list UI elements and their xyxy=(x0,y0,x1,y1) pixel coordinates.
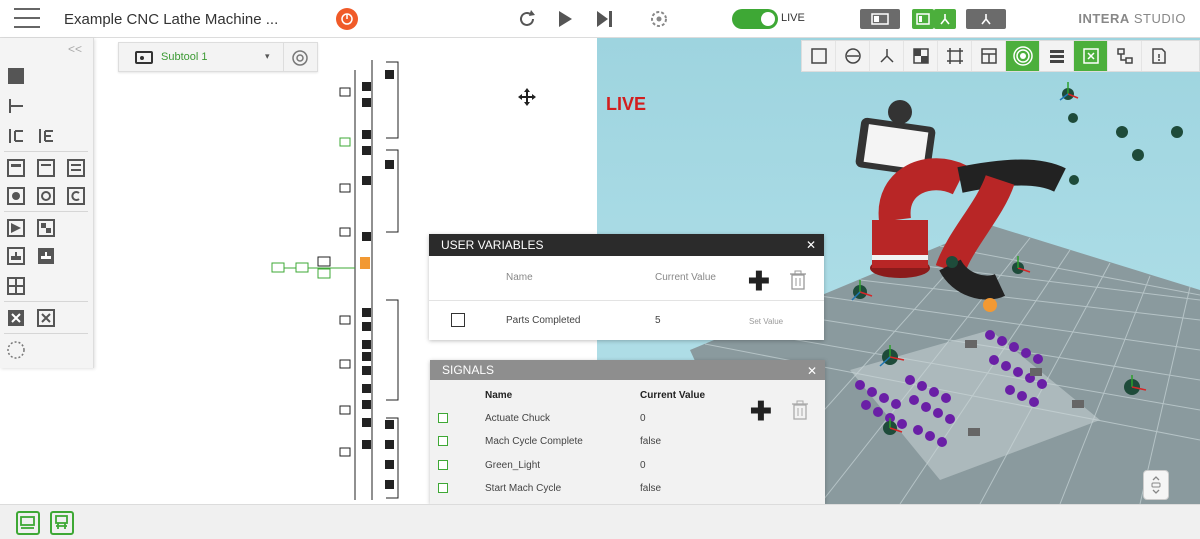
signals-title: SIGNALS xyxy=(442,363,495,377)
wait-node-icon[interactable] xyxy=(36,246,56,266)
collapse-toolbar-icon[interactable]: << xyxy=(68,42,82,56)
signal-node-icon[interactable] xyxy=(36,308,56,328)
brand-logo: INTERA STUDIO xyxy=(1078,11,1186,26)
variable-node-icon[interactable] xyxy=(6,308,26,328)
variable-checkbox[interactable] xyxy=(451,313,465,327)
pan-icon[interactable] xyxy=(836,41,870,71)
fit-frame-icon[interactable] xyxy=(938,41,972,71)
axes-icon[interactable] xyxy=(870,41,904,71)
move-node-icon[interactable] xyxy=(36,158,56,178)
list-node-icon[interactable] xyxy=(66,158,86,178)
info-icon[interactable] xyxy=(1142,41,1176,71)
step-forward-icon[interactable] xyxy=(592,6,618,32)
signal-name: Actuate Chuck xyxy=(485,413,551,424)
subtool-selector[interactable]: Subtool 1 ▾ xyxy=(118,42,318,72)
monitor-icon[interactable] xyxy=(16,511,40,535)
comment-node-icon[interactable] xyxy=(6,340,26,360)
brand-bold: INTERA xyxy=(1078,11,1130,26)
checker-node-icon[interactable] xyxy=(36,218,56,238)
signal-value: 0 xyxy=(640,413,646,424)
add-signal-button[interactable]: ✚ xyxy=(750,398,772,424)
left-toolbar: << xyxy=(0,38,94,368)
sequence-node-icon[interactable] xyxy=(6,126,26,146)
signal-name: Start Mach Cycle xyxy=(485,483,562,494)
variable-name: Parts Completed xyxy=(506,315,581,326)
branch-node-icon[interactable] xyxy=(6,96,26,116)
signal-checkbox[interactable] xyxy=(438,436,448,446)
signal-checkbox[interactable] xyxy=(438,413,448,423)
signals-header: SIGNALS ✕ xyxy=(430,360,825,380)
checker-view-icon[interactable] xyxy=(904,41,938,71)
app-title: Example CNC Lathe Machine ... xyxy=(64,11,279,28)
scroll-handle-icon[interactable] xyxy=(1143,470,1169,500)
set-value-button[interactable]: Set Value xyxy=(749,317,783,326)
hamburger-menu-icon[interactable] xyxy=(14,8,40,28)
restart-icon[interactable] xyxy=(514,6,540,32)
user-variables-title: USER VARIABLES xyxy=(441,238,544,252)
top-bar: Example CNC Lathe Machine ... LIVE INTER… xyxy=(0,0,1200,38)
view-editor-button[interactable] xyxy=(860,9,900,29)
signals-panel: SIGNALS ✕ Name Current Value ✚ Actuate C… xyxy=(430,360,825,504)
subtool-label: Subtool 1 xyxy=(161,51,208,63)
view-robot-button[interactable] xyxy=(966,9,1006,29)
live-toggle[interactable] xyxy=(732,9,778,29)
move-cursor-icon xyxy=(517,87,537,107)
move-to-node-icon[interactable] xyxy=(6,158,26,178)
live-indicator: LIVE xyxy=(606,94,647,114)
trash-icon[interactable] xyxy=(790,270,806,290)
variable-value: 5 xyxy=(655,315,661,326)
signal-checkbox[interactable] xyxy=(438,483,448,493)
view-split-button[interactable] xyxy=(912,9,934,29)
bottom-bar xyxy=(0,504,1200,539)
uv-col-name: Name xyxy=(506,272,533,283)
chevron-down-icon[interactable]: ▾ xyxy=(265,51,270,62)
dashboard-icon[interactable] xyxy=(50,511,74,535)
hierarchy-icon[interactable] xyxy=(1108,41,1142,71)
block-node-icon[interactable] xyxy=(6,66,26,86)
subtool-icon xyxy=(135,51,153,64)
parallel-node-icon[interactable] xyxy=(36,126,56,146)
live-toggle-label: LIVE xyxy=(781,12,805,24)
brand-light: STUDIO xyxy=(1133,11,1186,26)
signal-value: false xyxy=(640,436,662,447)
select-box-icon[interactable] xyxy=(802,41,836,71)
signal-value: false xyxy=(640,483,662,494)
set-node-icon[interactable] xyxy=(6,246,26,266)
broadcast-icon[interactable] xyxy=(1006,41,1040,71)
server-icon[interactable] xyxy=(1040,41,1074,71)
add-variable-button[interactable]: ✚ xyxy=(748,268,770,294)
contact-node-icon[interactable] xyxy=(66,186,86,206)
robot-settings-icon[interactable] xyxy=(646,6,672,32)
signals-col-current-value: Current Value xyxy=(640,390,706,401)
grid-node-icon[interactable] xyxy=(6,276,26,296)
signal-name: Mach Cycle Complete xyxy=(485,436,583,447)
vacuum-node-icon[interactable] xyxy=(36,186,56,206)
table-view-icon[interactable] xyxy=(972,41,1006,71)
view-split-robot-button[interactable] xyxy=(934,9,956,29)
signal-value: 0 xyxy=(640,460,646,471)
uv-col-current-value: Current Value xyxy=(655,272,716,283)
gripper-node-icon[interactable] xyxy=(6,186,26,206)
signals-col-name: Name xyxy=(485,390,513,401)
signal-checkbox[interactable] xyxy=(438,460,448,470)
viewport-toolbar xyxy=(801,40,1200,72)
user-variables-panel: USER VARIABLES ✕ Name Current Value ✚ Pa… xyxy=(429,234,824,340)
signal-name: Green_Light xyxy=(485,460,541,471)
variables-view-icon[interactable] xyxy=(1074,41,1108,71)
vision-node-icon[interactable] xyxy=(6,218,26,238)
play-icon[interactable] xyxy=(552,6,578,32)
trash-icon[interactable] xyxy=(792,400,808,420)
alert-icon[interactable] xyxy=(336,8,358,30)
user-variables-header: USER VARIABLES ✕ xyxy=(429,234,824,256)
subtool-settings-icon[interactable] xyxy=(291,49,309,67)
close-icon[interactable]: ✕ xyxy=(806,238,816,252)
close-icon[interactable]: ✕ xyxy=(807,364,817,378)
